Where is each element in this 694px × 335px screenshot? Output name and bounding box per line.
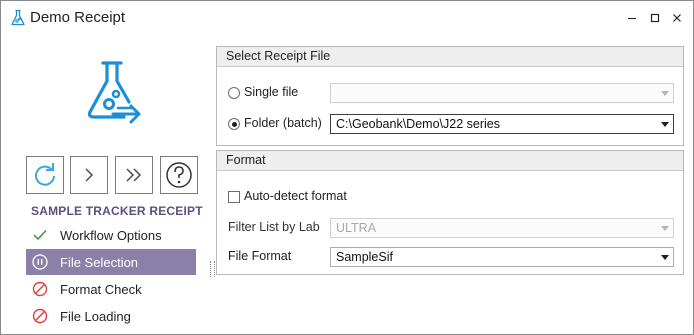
format-group: Format Auto-detect format Filter List by…	[216, 150, 684, 275]
group-header: Format	[217, 151, 683, 171]
single-file-radio[interactable]	[228, 87, 240, 99]
fast-forward-icon	[126, 168, 141, 182]
wizard-toolbar	[26, 156, 198, 196]
help-icon	[166, 162, 192, 188]
pause-icon	[32, 254, 48, 270]
no-entry-icon	[32, 281, 48, 297]
single-file-label: Single file	[244, 85, 299, 99]
chevron-down-icon	[661, 122, 669, 127]
folder-value: C:\Geobank\Demo\J22 series	[336, 117, 500, 131]
file-format-value: SampleSif	[336, 250, 393, 264]
group-header: Select Receipt File	[217, 47, 683, 67]
filter-lab-label: Filter List by Lab	[228, 220, 320, 234]
step-file-loading[interactable]: File Loading	[26, 303, 196, 329]
maximize-button[interactable]	[644, 7, 666, 29]
help-button[interactable]	[160, 156, 198, 194]
next-icon	[85, 168, 93, 182]
step-file-selection[interactable]: File Selection	[26, 249, 196, 275]
step-label: Workflow Options	[60, 227, 162, 243]
step-label: File Selection	[60, 254, 139, 270]
next-step-button[interactable]	[70, 156, 108, 194]
close-icon	[673, 14, 681, 22]
refresh-button[interactable]	[26, 156, 64, 194]
step-format-check[interactable]: Format Check	[26, 276, 196, 302]
folder-label: Folder (batch)	[244, 116, 322, 130]
flask-logo-icon	[87, 61, 141, 124]
chevron-down-icon	[661, 91, 669, 96]
refresh-icon	[35, 163, 55, 186]
step-label: File Loading	[60, 308, 131, 324]
title-bar: Demo Receipt	[1, 1, 693, 35]
chevron-down-icon	[661, 226, 669, 231]
folder-radio[interactable]	[228, 118, 240, 130]
maximize-icon	[650, 13, 660, 23]
single-file-combo[interactable]	[330, 83, 674, 103]
minimize-icon	[628, 18, 636, 19]
step-label: Format Check	[60, 281, 142, 297]
step-workflow-options[interactable]: Workflow Options	[26, 222, 196, 248]
auto-detect-label: Auto-detect format	[244, 189, 347, 203]
auto-detect-checkbox[interactable]	[228, 191, 240, 203]
workflow-title: SAMPLE TRACKER RECEIPT	[31, 204, 203, 218]
run-all-button[interactable]	[115, 156, 153, 194]
filter-lab-value: ULTRA	[336, 221, 377, 235]
receipt-file-group: Select Receipt File Single file Folder (…	[216, 46, 684, 146]
close-button[interactable]	[666, 7, 688, 29]
chevron-down-icon	[661, 255, 669, 260]
file-format-label: File Format	[228, 249, 292, 263]
minimize-button[interactable]	[621, 7, 643, 29]
panel-splitter[interactable]	[210, 261, 215, 277]
receipt-window: Demo Receipt SAMPLE TRACKER RECEIPT Work…	[0, 0, 694, 335]
folder-combo[interactable]: C:\Geobank\Demo\J22 series	[330, 114, 674, 134]
file-format-combo[interactable]: SampleSif	[330, 247, 674, 267]
window-title: Demo Receipt	[30, 9, 126, 26]
filter-lab-combo[interactable]: ULTRA	[330, 218, 674, 238]
flask-icon	[11, 9, 25, 26]
checkmark-icon	[32, 227, 48, 243]
no-entry-icon	[32, 308, 48, 324]
